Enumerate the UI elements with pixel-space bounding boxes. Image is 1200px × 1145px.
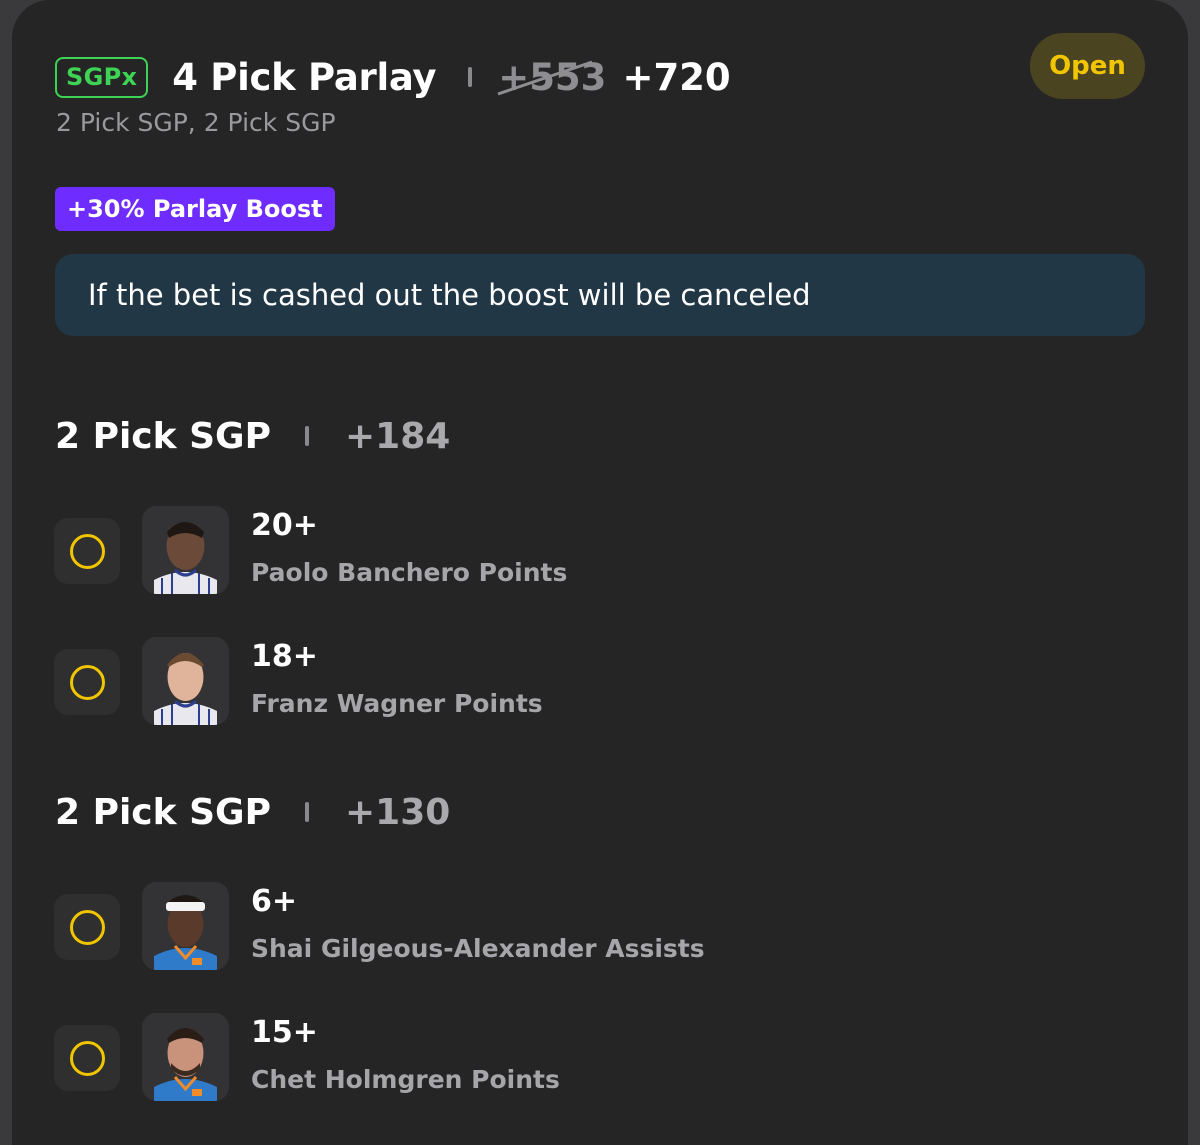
pick-status-button bbox=[54, 518, 120, 584]
group-odds: +130 bbox=[344, 791, 451, 833]
bet-card[interactable]: SGPx 4 Pick Parlay +553 +720 2 Pick SGP,… bbox=[12, 0, 1188, 1145]
bet-title: 4 Pick Parlay bbox=[172, 55, 437, 99]
pick-market: Shai Gilgeous-Alexander Assists bbox=[251, 934, 705, 963]
player-headshot bbox=[142, 882, 229, 970]
bet-subtitle: 2 Pick SGP, 2 Pick SGP bbox=[56, 108, 336, 137]
separator bbox=[468, 67, 473, 87]
original-odds: +553 bbox=[497, 56, 606, 99]
pick-market: Franz Wagner Points bbox=[251, 689, 543, 718]
player-headshot bbox=[142, 637, 229, 725]
separator bbox=[304, 426, 309, 446]
group-title: 2 Pick SGP bbox=[55, 415, 271, 457]
pick-row[interactable]: 15+ Chet Holmgren Points bbox=[54, 1013, 954, 1103]
pick-line: 20+ bbox=[251, 508, 318, 543]
group-odds: +184 bbox=[344, 415, 451, 457]
pick-market: Paolo Banchero Points bbox=[251, 558, 568, 587]
pick-line: 15+ bbox=[251, 1015, 318, 1050]
boosted-odds: +720 bbox=[622, 55, 731, 99]
strikethrough-line bbox=[497, 60, 593, 95]
sgpx-badge: SGPx bbox=[55, 56, 149, 98]
player-headshot bbox=[142, 506, 229, 594]
player-headshot bbox=[142, 1013, 229, 1101]
pick-market: Chet Holmgren Points bbox=[251, 1065, 560, 1094]
pick-row[interactable]: 20+ Paolo Banchero Points bbox=[54, 506, 954, 596]
pending-circle-icon bbox=[69, 1040, 105, 1076]
pick-row[interactable]: 18+ Franz Wagner Points bbox=[54, 637, 954, 727]
parlay-boost-badge: +30% Parlay Boost bbox=[55, 187, 335, 231]
pick-line: 18+ bbox=[251, 639, 318, 674]
separator bbox=[304, 802, 309, 822]
pick-status-button bbox=[54, 649, 120, 715]
group-header: 2 Pick SGP +184 bbox=[55, 411, 450, 461]
pick-line: 6+ bbox=[251, 884, 298, 919]
pending-circle-icon bbox=[69, 909, 105, 945]
pick-status-button bbox=[54, 894, 120, 960]
pending-circle-icon bbox=[69, 533, 105, 569]
bet-header: SGPx 4 Pick Parlay +553 +720 bbox=[55, 54, 731, 100]
group-title: 2 Pick SGP bbox=[55, 791, 271, 833]
pick-status-button bbox=[54, 1025, 120, 1091]
cashout-notice: If the bet is cashed out the boost will … bbox=[55, 254, 1145, 336]
pending-circle-icon bbox=[69, 664, 105, 700]
group-header: 2 Pick SGP +130 bbox=[55, 787, 450, 837]
status-badge: Open bbox=[1030, 33, 1145, 99]
pick-row[interactable]: 6+ Shai Gilgeous-Alexander Assists bbox=[54, 882, 954, 972]
